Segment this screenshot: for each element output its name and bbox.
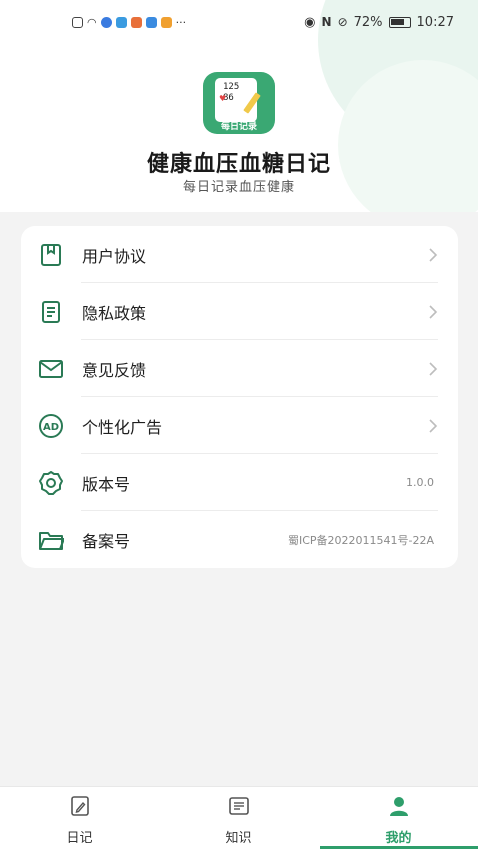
tab-mine[interactable]: 我的: [319, 787, 478, 850]
battery-icon: [388, 16, 411, 28]
battery-percent: 72%: [353, 14, 383, 30]
menu-item-label: 版本号: [82, 474, 131, 494]
sim-icon: [72, 16, 83, 28]
menu-item-personalized-ads[interactable]: AD 个性化广告: [21, 397, 458, 454]
logo-number-top: 125: [223, 82, 240, 92]
heart-icon: ♥: [219, 94, 227, 103]
menu-item-label: 备案号: [82, 531, 131, 551]
bookmark-doc-icon: [38, 242, 64, 268]
eye-icon: ◉: [304, 14, 316, 30]
chevron-right-icon: [426, 245, 440, 265]
app-notification-icon: [130, 16, 142, 28]
clock: 10:27: [416, 14, 454, 30]
logo-label: 每日记录: [220, 122, 257, 132]
active-tab-indicator: [320, 846, 478, 849]
tab-label: 日记: [66, 831, 93, 846]
app-notification-icon: [115, 16, 127, 28]
icp-value: 蜀ICP备2022011541号-22A: [287, 533, 434, 547]
app-notification-icon: [100, 16, 112, 28]
folder-icon: [38, 527, 64, 553]
status-bar: ◠ ··· ◉ N ⊘ 72% 10:27: [0, 0, 478, 44]
ad-icon: AD: [38, 413, 64, 439]
wifi-icon: ◠: [87, 15, 97, 29]
gear-icon: [38, 470, 64, 496]
chevron-right-icon: [426, 302, 440, 322]
menu-item-user-agreement[interactable]: 用户协议: [21, 226, 458, 283]
menu-item-label: 意见反馈: [82, 360, 147, 380]
mute-icon: ⊘: [337, 15, 348, 29]
tab-label: 我的: [385, 831, 412, 846]
app-logo: 125 86 ♥ 每日记录: [203, 72, 275, 134]
app-subtitle: 每日记录血压健康: [182, 180, 295, 195]
more-icon: ···: [175, 15, 187, 29]
bottom-tab-bar: 日记 知识 我的: [0, 786, 478, 850]
version-value: 1.0.0: [406, 476, 434, 489]
settings-card: 用户协议 隐私政策 意见反馈 AD 个性化广告 版本号 1.0.0 备案号 蜀I…: [21, 226, 458, 568]
menu-item-label: 隐私政策: [82, 303, 147, 323]
person-icon: [388, 795, 410, 817]
cloud-icon: [145, 16, 157, 28]
menu-item-label: 个性化广告: [82, 417, 163, 437]
knowledge-icon: [228, 795, 250, 817]
status-icons-right: ◉ N ⊘ 72% 10:27: [304, 15, 454, 30]
menu-item-feedback[interactable]: 意见反馈: [21, 340, 458, 397]
envelope-icon: [38, 356, 64, 382]
status-icons-left: ◠ ···: [72, 16, 186, 29]
menu-item-icp-record[interactable]: 备案号 蜀ICP备2022011541号-22A: [21, 511, 458, 568]
document-icon: [38, 299, 64, 325]
tab-knowledge[interactable]: 知识: [159, 787, 318, 850]
app-notification-icon: [160, 16, 172, 28]
svg-text:AD: AD: [43, 422, 59, 433]
app-title: 健康血压血糖日记: [146, 152, 331, 177]
header: ◠ ··· ◉ N ⊘ 72% 10:27 125 86 ♥ 每日记录 健康血压…: [0, 0, 478, 212]
diary-icon: [69, 795, 91, 817]
menu-item-label: 用户协议: [82, 246, 147, 266]
menu-item-version[interactable]: 版本号 1.0.0: [21, 454, 458, 511]
tab-diary[interactable]: 日记: [0, 787, 159, 850]
menu-item-privacy-policy[interactable]: 隐私政策: [21, 283, 458, 340]
chevron-right-icon: [426, 416, 440, 436]
chevron-right-icon: [426, 359, 440, 379]
tab-label: 知识: [225, 831, 252, 846]
nfc-icon: N: [321, 15, 332, 29]
